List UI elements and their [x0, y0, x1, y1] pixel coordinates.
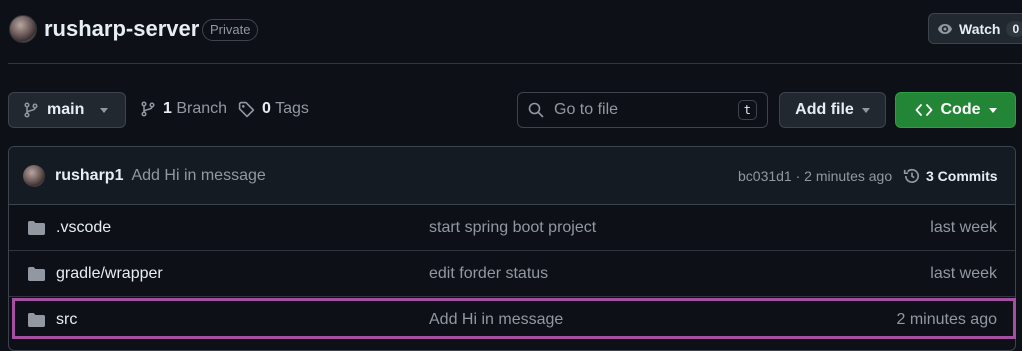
file-table: rusharp1 Add Hi in message bc031d1 · 2 m…	[8, 146, 1016, 351]
add-file-label: Add file	[795, 101, 854, 118]
shortcut-key: t	[737, 100, 757, 120]
commit-author[interactable]: rusharp1	[55, 167, 123, 185]
tags-link[interactable]: 0 Tags	[238, 100, 309, 118]
commit-hash-time[interactable]: bc031d1 · 2 minutes ago	[738, 168, 892, 184]
search-icon	[528, 102, 544, 118]
eye-icon	[938, 23, 952, 34]
commit-message[interactable]: Add Hi in message	[131, 167, 265, 185]
history-icon	[903, 168, 920, 183]
file-date: 2 minutes ago	[896, 311, 997, 328]
tag-count: 0	[262, 100, 271, 117]
branch-name: main	[47, 101, 85, 118]
owner-avatar[interactable]	[9, 15, 37, 43]
branch-count: 1	[163, 100, 172, 117]
branch-icon	[24, 102, 38, 118]
table-row[interactable]: src Add Hi in message 2 minutes ago	[9, 297, 1015, 343]
add-file-button[interactable]: Add file	[779, 92, 886, 128]
avatar[interactable]	[23, 164, 45, 187]
file-name[interactable]: gradle/wrapper	[56, 265, 163, 283]
branch-selector[interactable]: main	[8, 92, 126, 128]
latest-commit-bar: rusharp1 Add Hi in message bc031d1 · 2 m…	[9, 147, 1015, 205]
file-commit-message[interactable]: edit forder status	[429, 265, 548, 283]
folder-icon	[28, 267, 45, 281]
tag-label: Tags	[275, 100, 309, 117]
file-name[interactable]: .vscode	[56, 219, 111, 237]
commits-link[interactable]: 3 Commits	[903, 167, 998, 185]
code-label: Code	[940, 101, 981, 118]
folder-icon	[28, 221, 45, 235]
table-row[interactable]: .vscode start spring boot project last w…	[9, 205, 1015, 251]
chevron-down-icon	[861, 107, 870, 113]
branches-link[interactable]: 1 Branch	[140, 100, 227, 118]
file-date: last week	[930, 219, 997, 236]
branch-label: Branch	[176, 100, 228, 117]
search-placeholder: Go to file	[554, 101, 619, 118]
chevron-down-icon	[100, 107, 109, 113]
commits-label: 3 Commits	[926, 167, 998, 184]
code-icon	[915, 104, 932, 116]
chevron-down-icon	[988, 107, 997, 113]
watch-button[interactable]: Watch 0	[928, 13, 1022, 44]
go-to-file-input[interactable]: Go to file t	[517, 92, 768, 128]
file-name[interactable]: src	[56, 311, 77, 329]
branch-icon	[141, 101, 155, 117]
file-commit-message[interactable]: Add Hi in message	[429, 311, 563, 329]
visibility-badge: Private	[202, 19, 259, 41]
table-row[interactable]: gradle/wrapper edit forder status last w…	[9, 251, 1015, 297]
file-date: last week	[930, 265, 997, 282]
watch-label: Watch	[959, 20, 1001, 37]
tag-icon	[238, 101, 255, 117]
watch-count: 0	[1006, 20, 1022, 37]
file-commit-message[interactable]: start spring boot project	[429, 219, 596, 237]
repo-name[interactable]: rusharp-server	[44, 16, 199, 42]
folder-icon	[28, 313, 45, 327]
code-button[interactable]: Code	[895, 92, 1016, 128]
header-divider	[8, 63, 1022, 64]
